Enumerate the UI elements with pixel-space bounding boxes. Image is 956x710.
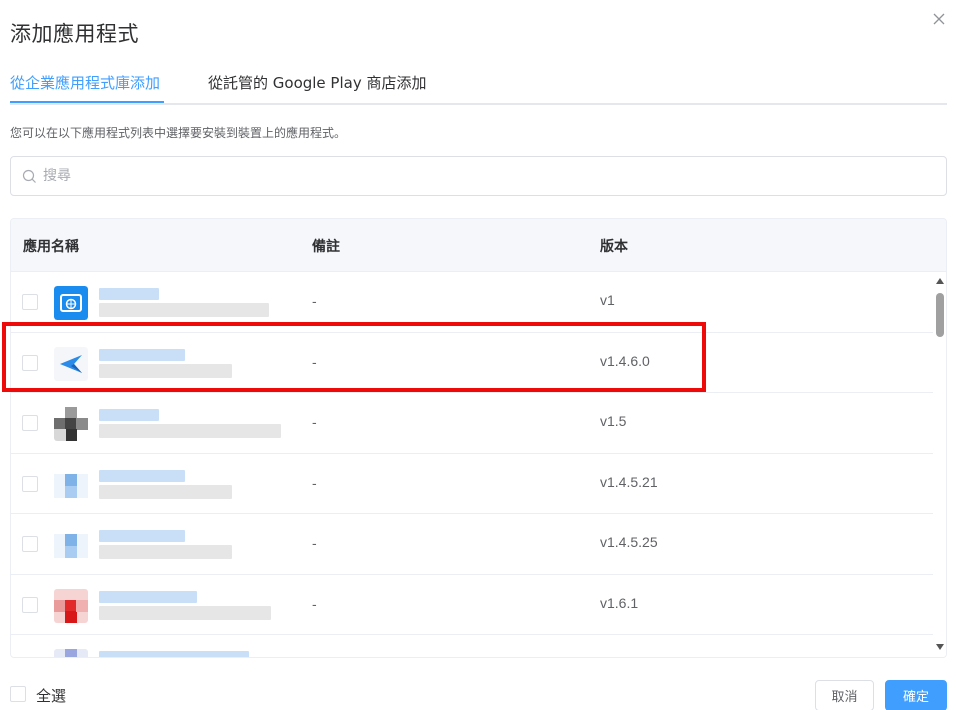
row-version: v1.4.6.0 — [600, 352, 650, 369]
table-header: 應用名稱 備註 版本 — [11, 219, 946, 272]
table-row[interactable]: - v1.5 — [11, 393, 933, 454]
row-version: v1.4.5.25 — [600, 534, 658, 550]
table-row[interactable]: - v1 — [11, 272, 933, 333]
pixelated-app-icon — [54, 534, 88, 558]
search-icon — [22, 169, 36, 183]
table-row[interactable] — [11, 635, 933, 658]
row-checkbox[interactable] — [22, 657, 38, 658]
app-table: 應用名稱 備註 版本 - v1 - v1.4.6.0 - v1.5 - v1.4… — [10, 218, 947, 658]
column-header-version: 版本 — [600, 239, 628, 255]
row-checkbox[interactable] — [22, 475, 38, 492]
redacted-package-name — [99, 303, 269, 317]
select-all-label: 全選 — [36, 687, 67, 705]
search-box — [10, 156, 947, 196]
table-scrollbar[interactable] — [933, 272, 946, 657]
paper-plane-icon — [54, 346, 88, 381]
cancel-button[interactable]: 取消 — [815, 680, 874, 710]
scrollbar-thumb[interactable] — [936, 293, 944, 337]
scroll-down-arrow-icon[interactable] — [936, 644, 944, 650]
redacted-package-name — [99, 424, 281, 438]
tab-managed-google-play[interactable]: 從託管的 Google Play 商店添加 — [208, 72, 426, 93]
row-note: - — [312, 595, 317, 612]
pixelated-app-icon — [54, 473, 88, 498]
dialog-title: 添加應用程式 — [10, 22, 139, 46]
redacted-app-name — [99, 409, 159, 421]
table-body: - v1 - v1.4.6.0 - v1.5 - v1.4.5.21 - v1.… — [11, 272, 933, 658]
row-checkbox[interactable] — [22, 294, 38, 310]
tab-enterprise-library[interactable]: 從企業應用程式庫添加 — [10, 72, 160, 93]
table-row[interactable]: - v1.4.5.21 — [11, 454, 933, 514]
row-note: - — [312, 353, 317, 370]
row-version: v1.4.5.21 — [600, 473, 658, 490]
redacted-package-name — [99, 484, 232, 499]
redacted-app-name — [99, 348, 185, 361]
row-version: v1.6.1 — [600, 594, 639, 611]
redacted-package-name — [99, 545, 232, 559]
column-header-note: 備註 — [312, 239, 340, 255]
redacted-app-name — [99, 530, 185, 542]
row-checkbox[interactable] — [22, 596, 38, 613]
scroll-up-arrow-icon[interactable] — [936, 278, 944, 284]
redacted-app-name — [99, 469, 185, 482]
row-checkbox[interactable] — [22, 354, 38, 371]
pixelated-app-icon — [54, 407, 88, 441]
search-input[interactable] — [43, 165, 923, 187]
dialog-description: 您可以在以下應用程式列表中選擇要安裝到裝置上的應用程式。 — [10, 126, 347, 140]
row-note: - — [312, 293, 317, 309]
select-all-checkbox[interactable] — [10, 686, 26, 702]
table-row[interactable]: - v1.4.5.25 — [11, 514, 933, 575]
redacted-package-name — [99, 605, 271, 620]
tab-bar: 從企業應用程式庫添加 從託管的 Google Play 商店添加 — [10, 64, 947, 105]
table-row[interactable]: - v1.4.6.0 — [11, 333, 933, 393]
browser-globe-icon — [54, 286, 88, 320]
row-note: - — [312, 474, 317, 491]
row-version: v1 — [600, 292, 615, 308]
column-header-app-name: 應用名稱 — [23, 239, 79, 255]
row-note: - — [312, 535, 317, 551]
redacted-app-name — [99, 651, 249, 657]
redacted-package-name — [99, 363, 232, 378]
row-note: - — [312, 414, 317, 430]
pixelated-app-icon — [54, 588, 88, 623]
redacted-app-name — [99, 590, 197, 603]
confirm-button[interactable]: 確定 — [885, 680, 947, 710]
row-checkbox[interactable] — [22, 415, 38, 431]
pixelated-app-icon — [54, 649, 88, 657]
close-icon[interactable] — [930, 10, 948, 28]
active-tab-indicator — [10, 101, 164, 103]
row-checkbox[interactable] — [22, 536, 38, 552]
redacted-app-name — [99, 288, 159, 300]
row-version: v1.5 — [600, 413, 627, 429]
table-row[interactable]: - v1.6.1 — [11, 575, 933, 635]
